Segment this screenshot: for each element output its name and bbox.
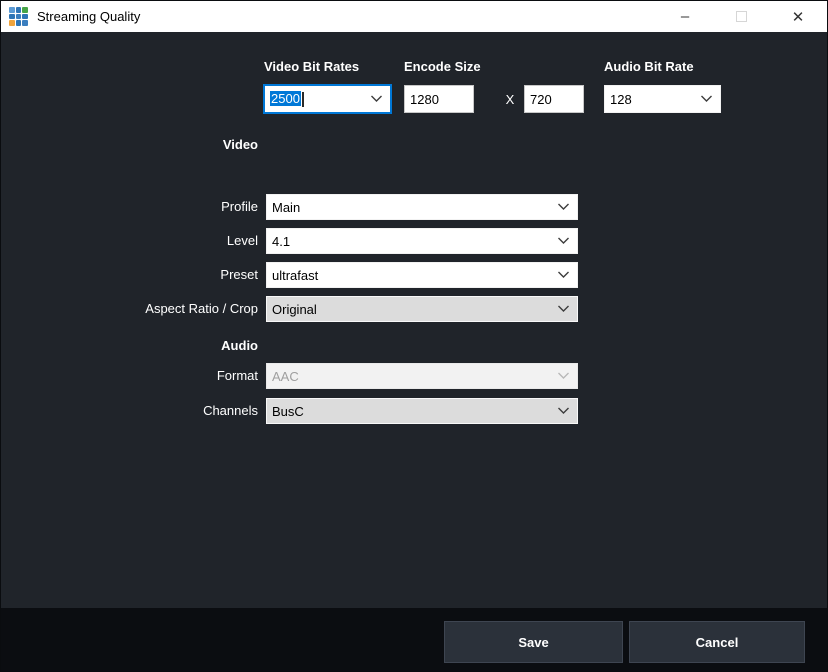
aspect-ratio-crop-combobox[interactable]: Original <box>266 296 578 322</box>
preset-label: Preset <box>31 267 258 283</box>
close-icon: ✕ <box>792 8 805 26</box>
profile-value: Main <box>267 200 557 215</box>
video-bit-rates-label: Video Bit Rates <box>264 59 359 75</box>
streaming-quality-dialog: Streaming Quality – ✕ Video Bit Rates En… <box>0 0 828 672</box>
video-section-heading: Video <box>31 137 258 153</box>
profile-label: Profile <box>31 199 258 215</box>
encode-size-separator: X <box>500 92 520 107</box>
channels-combobox[interactable]: BusC <box>266 398 578 424</box>
encode-width-input[interactable] <box>404 85 474 113</box>
chevron-down-icon <box>700 95 713 103</box>
format-combobox: AAC <box>266 363 578 389</box>
audio-bit-rate-label: Audio Bit Rate <box>604 59 694 75</box>
audio-bit-rate-value: 128 <box>605 92 700 107</box>
format-label: Format <box>31 368 258 384</box>
aspect-ratio-crop-label: Aspect Ratio / Crop <box>31 301 258 317</box>
footer-bar: Save Cancel <box>1 608 827 672</box>
level-label: Level <box>31 233 258 249</box>
minimize-icon: – <box>681 8 689 25</box>
chevron-down-icon <box>557 203 570 211</box>
chevron-down-icon <box>557 372 570 380</box>
chevron-down-icon <box>370 95 383 103</box>
encode-size-label: Encode Size <box>404 59 481 75</box>
close-button[interactable]: ✕ <box>782 1 814 32</box>
window-title: Streaming Quality <box>37 9 140 24</box>
level-value: 4.1 <box>267 234 557 249</box>
title-bar: Streaming Quality – ✕ <box>1 1 827 32</box>
save-button[interactable]: Save <box>444 621 623 663</box>
chevron-down-icon <box>557 407 570 415</box>
minimize-button[interactable]: – <box>669 1 701 32</box>
level-combobox[interactable]: 4.1 <box>266 228 578 254</box>
profile-combobox[interactable]: Main <box>266 194 578 220</box>
chevron-down-icon <box>557 271 570 279</box>
cancel-button[interactable]: Cancel <box>629 621 805 663</box>
maximize-icon <box>736 11 747 22</box>
chevron-down-icon <box>557 237 570 245</box>
audio-section-heading: Audio <box>31 338 258 354</box>
app-logo-icon <box>9 7 28 26</box>
video-bit-rate-value: 2500 <box>265 91 370 107</box>
encode-height-input[interactable] <box>524 85 584 113</box>
maximize-button[interactable] <box>725 1 757 32</box>
channels-label: Channels <box>31 403 258 419</box>
channels-value: BusC <box>267 404 557 419</box>
text-caret <box>302 92 304 107</box>
preset-combobox[interactable]: ultrafast <box>266 262 578 288</box>
video-bit-rate-combobox[interactable]: 2500 <box>264 85 391 113</box>
audio-bit-rate-combobox[interactable]: 128 <box>604 85 721 113</box>
preset-value: ultrafast <box>267 268 557 283</box>
aspect-ratio-crop-value: Original <box>267 302 557 317</box>
chevron-down-icon <box>557 305 570 313</box>
format-value: AAC <box>267 369 557 384</box>
